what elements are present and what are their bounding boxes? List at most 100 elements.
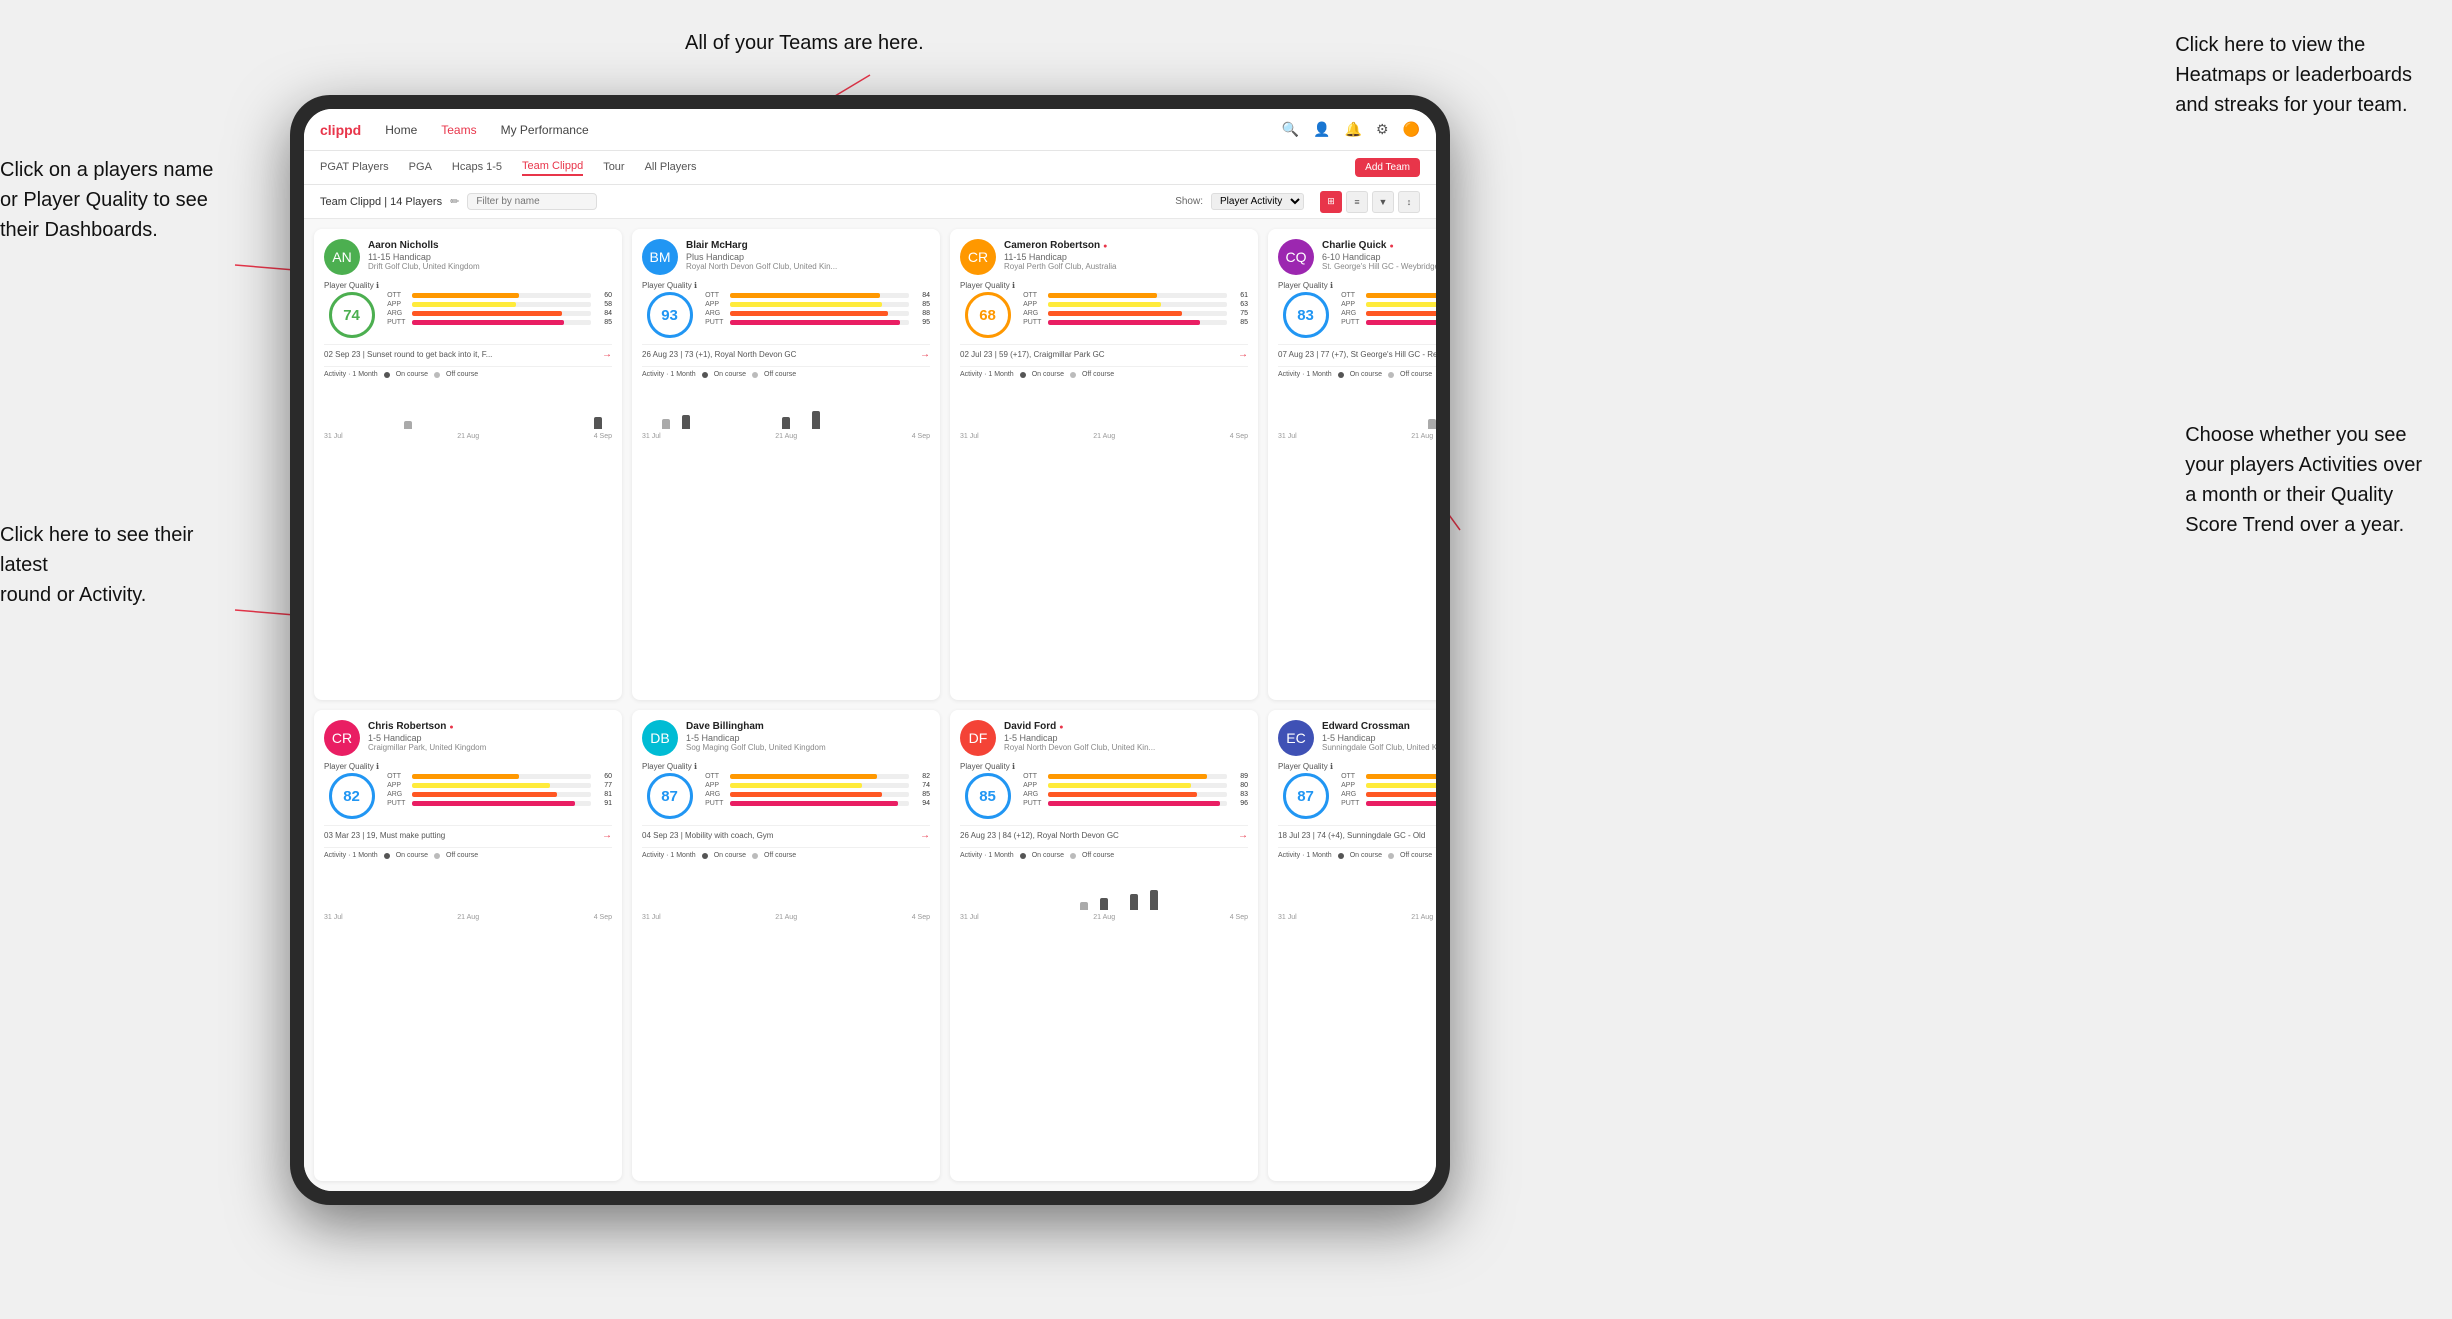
bar-label: APP: [705, 301, 727, 308]
chart-bar: [812, 411, 820, 429]
bar-value: 88: [912, 310, 930, 317]
chart-label: 4 Sep: [594, 433, 612, 440]
bar-row: APP63: [1023, 301, 1248, 308]
player-card[interactable]: ANAaron Nicholls11-15 HandicapDrift Golf…: [314, 229, 622, 700]
show-select[interactable]: Player Activity: [1211, 193, 1304, 210]
chart-label: 21 Aug: [1093, 433, 1115, 440]
quality-section: Player Quality ℹ85OTT89APP80ARG83PUTT96: [960, 762, 1248, 819]
chart-label: 21 Aug: [775, 914, 797, 921]
on-course-dot: [1338, 853, 1344, 859]
player-name[interactable]: Cameron Robertson●: [1004, 239, 1248, 252]
bar-track: [730, 801, 909, 806]
settings-icon[interactable]: ⚙: [1376, 121, 1389, 138]
player-card[interactable]: ECEdward Crossman1-5 HandicapSunningdale…: [1268, 710, 1436, 1181]
player-info: Edward Crossman1-5 HandicapSunningdale G…: [1322, 720, 1436, 752]
quality-score[interactable]: 87: [647, 773, 693, 819]
bar-track: [730, 320, 909, 325]
quality-score[interactable]: 68: [965, 292, 1011, 338]
profile-icon[interactable]: 👤: [1313, 121, 1330, 138]
player-card[interactable]: BMBlair McHargPlus HandicapRoyal North D…: [632, 229, 940, 700]
verified-badge: ●: [1103, 243, 1107, 250]
player-card[interactable]: CRCameron Robertson●11-15 HandicapRoyal …: [950, 229, 1258, 700]
player-name[interactable]: Aaron Nicholls: [368, 239, 612, 252]
player-card[interactable]: DFDavid Ford●1-5 HandicapRoyal North Dev…: [950, 710, 1258, 1181]
quality-score[interactable]: 85: [965, 773, 1011, 819]
search-icon[interactable]: 🔍: [1282, 121, 1299, 138]
subnav-teamclippd[interactable]: Team Clippd: [522, 160, 583, 176]
player-card[interactable]: CQCharlie Quick●6-10 HandicapSt. George'…: [1268, 229, 1436, 700]
list-view-button[interactable]: ≡: [1346, 191, 1368, 213]
latest-round[interactable]: 18 Jul 23 | 74 (+4), Sunningdale GC - Ol…: [1278, 825, 1436, 841]
verified-badge: ●: [449, 724, 453, 731]
latest-round-arrow[interactable]: →: [602, 830, 612, 841]
player-handicap: 6-10 Handicap: [1322, 252, 1436, 262]
bar-track: [1366, 302, 1436, 307]
quality-label: Player Quality ℹ: [1278, 281, 1333, 290]
avatar-icon[interactable]: 🟠: [1403, 121, 1420, 138]
subnav-pgat[interactable]: PGAT Players: [320, 161, 389, 175]
subnav-hcaps[interactable]: Hcaps 1-5: [452, 161, 502, 175]
latest-round-arrow[interactable]: →: [920, 830, 930, 841]
bar-row: OTT84: [705, 292, 930, 299]
player-name[interactable]: Dave Billingham: [686, 720, 930, 733]
latest-round[interactable]: 02 Sep 23 | Sunset round to get back int…: [324, 344, 612, 360]
quality-score[interactable]: 87: [1283, 773, 1329, 819]
bar-row: APP80: [1023, 782, 1248, 789]
bar-label: ARG: [387, 310, 409, 317]
player-card[interactable]: CRChris Robertson●1-5 HandicapCraigmilla…: [314, 710, 622, 1181]
bar-track: [412, 311, 591, 316]
sort-button[interactable]: ↕: [1398, 191, 1420, 213]
player-name[interactable]: Edward Crossman: [1322, 720, 1436, 733]
bar-label: OTT: [705, 292, 727, 299]
player-name[interactable]: Charlie Quick●: [1322, 239, 1436, 252]
edit-team-icon[interactable]: ✏: [450, 195, 459, 208]
latest-round-arrow[interactable]: →: [920, 349, 930, 360]
chart-bar: [404, 421, 412, 429]
bar-label: OTT: [1023, 773, 1045, 780]
bar-row: PUTT92: [1341, 800, 1436, 807]
bar-value: 85: [912, 791, 930, 798]
latest-round[interactable]: 03 Mar 23 | 19, Must make putting→: [324, 825, 612, 841]
latest-round[interactable]: 04 Sep 23 | Mobility with coach, Gym→: [642, 825, 930, 841]
grid-view-button[interactable]: ⊞: [1320, 191, 1342, 213]
player-name[interactable]: David Ford●: [1004, 720, 1248, 733]
latest-round-arrow[interactable]: →: [1238, 830, 1248, 841]
nav-link-teams[interactable]: Teams: [441, 123, 476, 137]
latest-round-text: 26 Aug 23 | 73 (+1), Royal North Devon G…: [642, 350, 920, 359]
bar-value: 60: [594, 773, 612, 780]
filter-button[interactable]: ▼: [1372, 191, 1394, 213]
quality-bars: OTT73APP79ARG103PUTT92: [1341, 773, 1436, 809]
quality-label: Player Quality ℹ: [642, 281, 697, 290]
nav-link-home[interactable]: Home: [385, 123, 417, 137]
latest-round[interactable]: 26 Aug 23 | 73 (+1), Royal North Devon G…: [642, 344, 930, 360]
subnav-pga[interactable]: PGA: [409, 161, 432, 175]
quality-score[interactable]: 93: [647, 292, 693, 338]
bar-fill: [730, 774, 877, 779]
latest-round[interactable]: 26 Aug 23 | 84 (+12), Royal North Devon …: [960, 825, 1248, 841]
player-name[interactable]: Chris Robertson●: [368, 720, 612, 733]
player-name[interactable]: Blair McHarg: [686, 239, 930, 252]
bar-track: [412, 792, 591, 797]
quality-score[interactable]: 74: [329, 292, 375, 338]
latest-round[interactable]: 02 Jul 23 | 59 (+17), Craigmillar Park G…: [960, 344, 1248, 360]
bar-label: ARG: [1023, 310, 1045, 317]
off-course-dot: [752, 372, 758, 378]
nav-link-performance[interactable]: My Performance: [501, 123, 589, 137]
chart-label: 21 Aug: [775, 433, 797, 440]
quality-section: Player Quality ℹ93OTT84APP85ARG88PUTT95: [642, 281, 930, 338]
quality-score[interactable]: 83: [1283, 292, 1329, 338]
on-course-label: On course: [714, 371, 746, 378]
off-course-dot: [752, 853, 758, 859]
player-card[interactable]: DBDave Billingham1-5 HandicapSog Maging …: [632, 710, 940, 1181]
search-input[interactable]: [467, 193, 597, 210]
bar-label: APP: [1341, 301, 1363, 308]
subnav-tour[interactable]: Tour: [603, 161, 624, 175]
latest-round-arrow[interactable]: →: [1238, 349, 1248, 360]
latest-round-arrow[interactable]: →: [602, 349, 612, 360]
bell-icon[interactable]: 🔔: [1345, 121, 1362, 138]
subnav-allplayers[interactable]: All Players: [645, 161, 697, 175]
add-team-button[interactable]: Add Team: [1355, 158, 1420, 177]
activity-section: Activity · 1 MonthOn courseOff course31 …: [1278, 366, 1436, 440]
latest-round[interactable]: 07 Aug 23 | 77 (+7), St George's Hill GC…: [1278, 344, 1436, 360]
quality-score[interactable]: 82: [329, 773, 375, 819]
